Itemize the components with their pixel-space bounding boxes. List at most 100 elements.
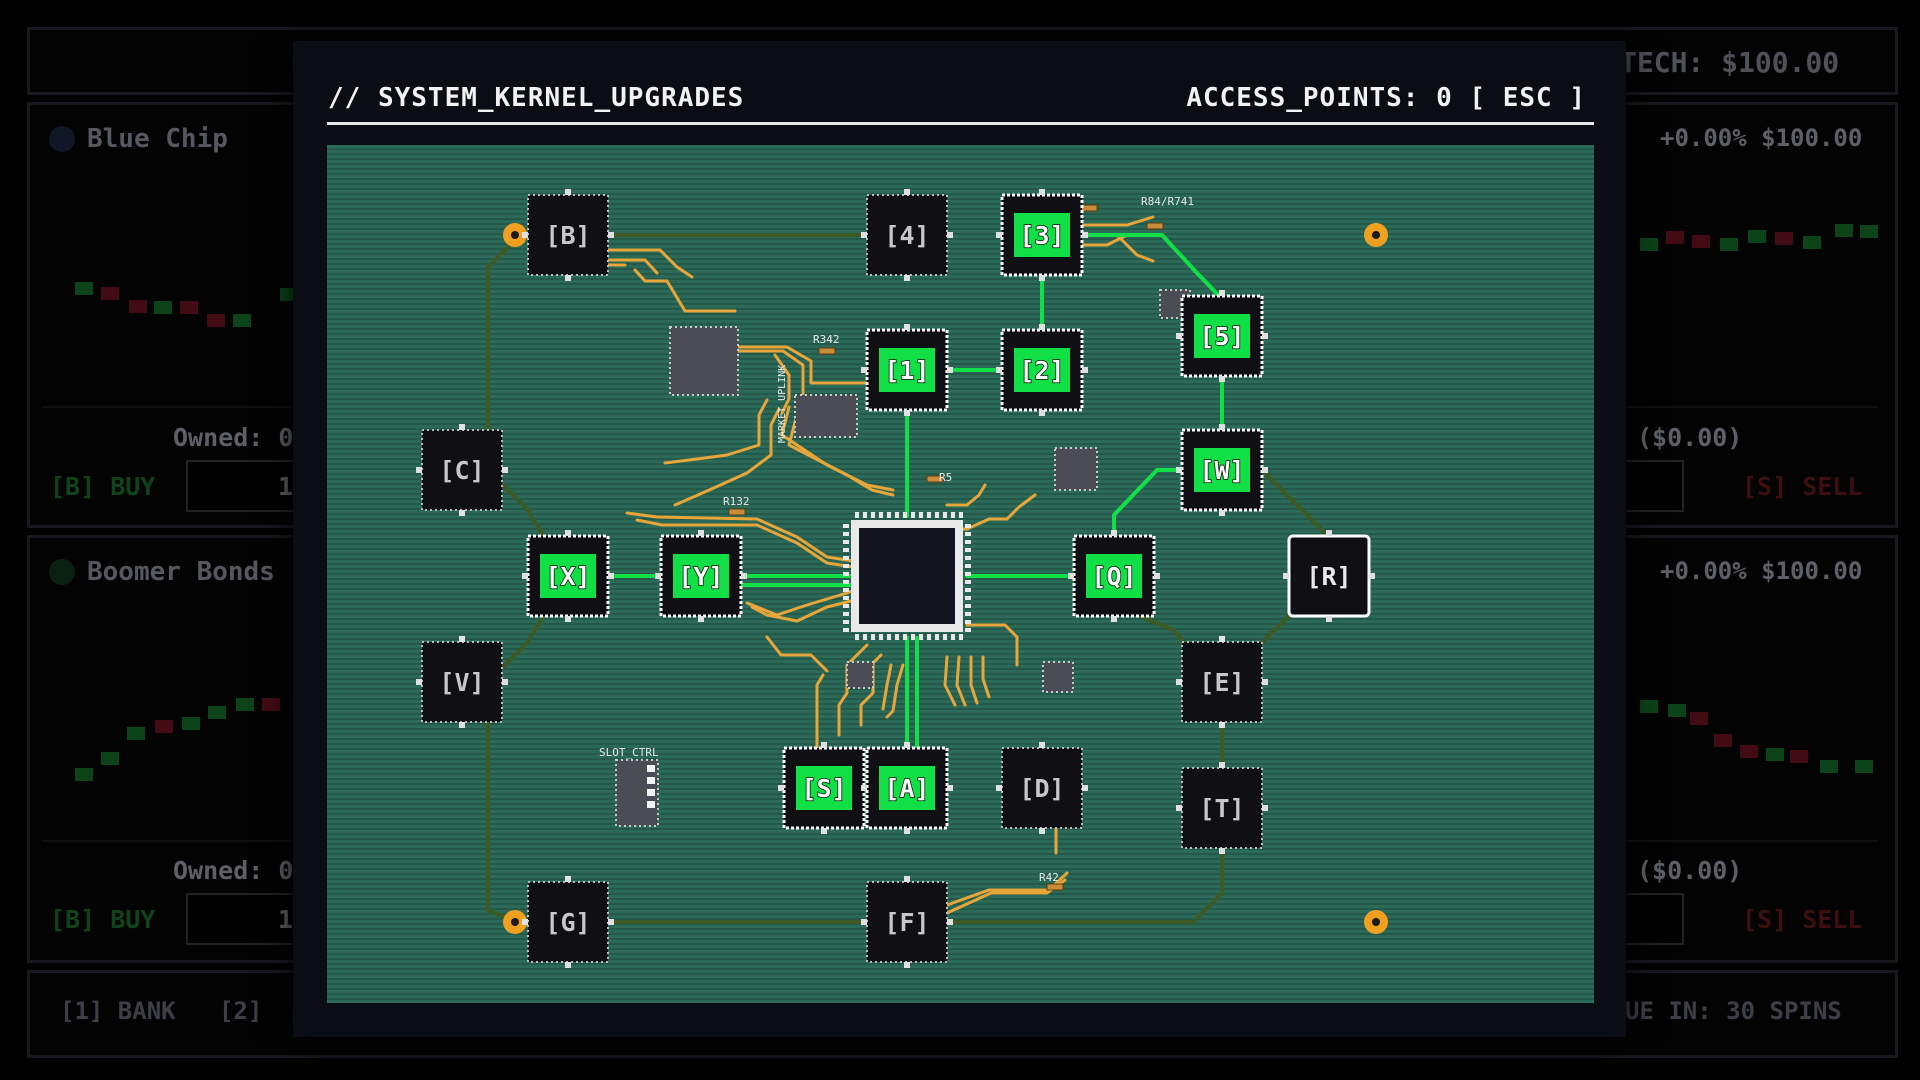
node-label: [R] [1306,562,1351,591]
buy-button[interactable]: [B] BUY [50,905,155,934]
upgrade-node-v[interactable]: [V] [416,636,508,728]
access-points-readout[interactable]: ACCESS_POINTS: 0 [ ESC ] [1186,83,1586,113]
cpu-pin [843,540,849,544]
quantity-input[interactable]: 1 [186,893,310,945]
cpu-pin [843,572,849,576]
upgrade-node-3[interactable]: [3] [996,189,1088,281]
upgrade-node-e[interactable]: [E] [1176,636,1268,728]
upgrade-node-2[interactable]: [2] [996,324,1088,416]
quantity-input-right[interactable] [1620,893,1684,945]
cpu-pin [927,634,931,640]
owned-count: Owned: 0 [173,423,294,452]
cpu-pin [965,564,971,568]
asset-name: Boomer Bonds [49,557,275,587]
upgrade-node-a[interactable]: [A] [861,742,953,834]
node-pin [1176,333,1182,339]
upgrade-node-4[interactable]: [4] [861,189,953,281]
quantity-value: 1 [278,472,294,501]
quantity-input-right[interactable] [1620,460,1684,512]
asset-name-label: Boomer Bonds [87,557,275,587]
upgrade-node-b[interactable]: [B] [522,189,614,281]
node-pin [608,919,614,925]
footer-nav[interactable]: [1] BANK [2] [60,997,262,1025]
silk-label: SLOT_CTRL [599,746,659,759]
kernel-upgrades-modal: // SYSTEM_KERNEL_UPGRADES ACCESS_POINTS:… [293,41,1626,1037]
upgrade-node-1[interactable]: [1] [861,324,953,416]
controller-chip [669,326,739,396]
silk-label-uplink: MARKET UPLINK [777,365,788,443]
node-pin [1039,324,1045,330]
node-pin [947,367,953,373]
node-pin [1111,616,1117,622]
mounting-hole-center [1372,918,1380,926]
node-label: [D] [1019,774,1064,803]
price-candle [155,720,173,733]
upgrade-node-g[interactable]: [G] [522,876,614,968]
buy-button[interactable]: [B] BUY [50,472,155,501]
price-candle [1692,235,1710,248]
price-candle [1640,238,1658,251]
cpu-pin [965,556,971,560]
cpu-pin [887,512,891,518]
upgrade-node-s[interactable]: [S] [778,742,870,834]
quantity-input[interactable]: 1 [186,460,310,512]
price-candle [1690,712,1708,725]
upgrade-node-5[interactable]: [5] [1176,290,1268,382]
upgrade-node-y[interactable]: [Y] [655,530,747,622]
node-pin [1283,573,1289,579]
copper-trace [965,623,1019,667]
owned-value: ($0.00) [1637,856,1743,885]
upgrade-node-q[interactable]: [Q] [1068,530,1160,622]
node-pin [502,467,508,473]
upgrade-node-w[interactable]: [W] [1176,424,1268,516]
cpu-pin [927,512,931,518]
node-label: [T] [1199,794,1244,823]
upgrade-node-t[interactable]: [T] [1176,762,1268,854]
node-pin [904,742,910,748]
node-pin [1082,367,1088,373]
price-candle [207,314,225,327]
upgrade-node-x[interactable]: [X] [522,530,614,622]
node-pin [996,367,1002,373]
smd-chip [846,661,874,689]
node-pin [1111,530,1117,536]
cpu-pin [965,604,971,608]
node-pin [861,367,867,373]
node-pin [1219,376,1225,382]
asset-dot-icon [49,126,75,152]
node-pin [1219,762,1225,768]
price-candle [75,282,93,295]
node-pin [698,530,704,536]
upgrade-node-f[interactable]: [F] [861,876,953,968]
sell-button[interactable]: [S] SELL [1742,905,1862,934]
resistor [1146,222,1164,230]
inactive-trace [945,806,1224,924]
price-candle [1666,231,1684,244]
node-pin [502,679,508,685]
node-label: [Q] [1091,562,1136,591]
upgrade-node-c[interactable]: [C] [416,424,508,516]
node-pin [1039,189,1045,195]
upgrade-node-r[interactable]: [R] [1283,530,1375,622]
sell-button[interactable]: [S] SELL [1742,472,1862,501]
node-pin [821,742,827,748]
price-candle [75,768,93,781]
cpu-pin [935,512,939,518]
cpu-pin [863,512,867,518]
mounting-hole-center [511,231,519,239]
asset-price: $100.00 [1761,124,1863,152]
node-label: [C] [439,456,484,485]
price-candle [182,717,200,730]
price-candle [236,698,254,711]
cpu-pin [965,524,971,528]
node-pin [655,573,661,579]
price-candle [154,301,172,314]
cpu-pin [965,540,971,544]
cpu-pin [843,628,849,632]
price-candle [262,698,280,711]
price-candle [1855,760,1873,773]
cpu-pin [843,588,849,592]
node-pin [947,919,953,925]
cpu-pin [919,634,923,640]
upgrade-node-d[interactable]: [D] [996,742,1088,834]
